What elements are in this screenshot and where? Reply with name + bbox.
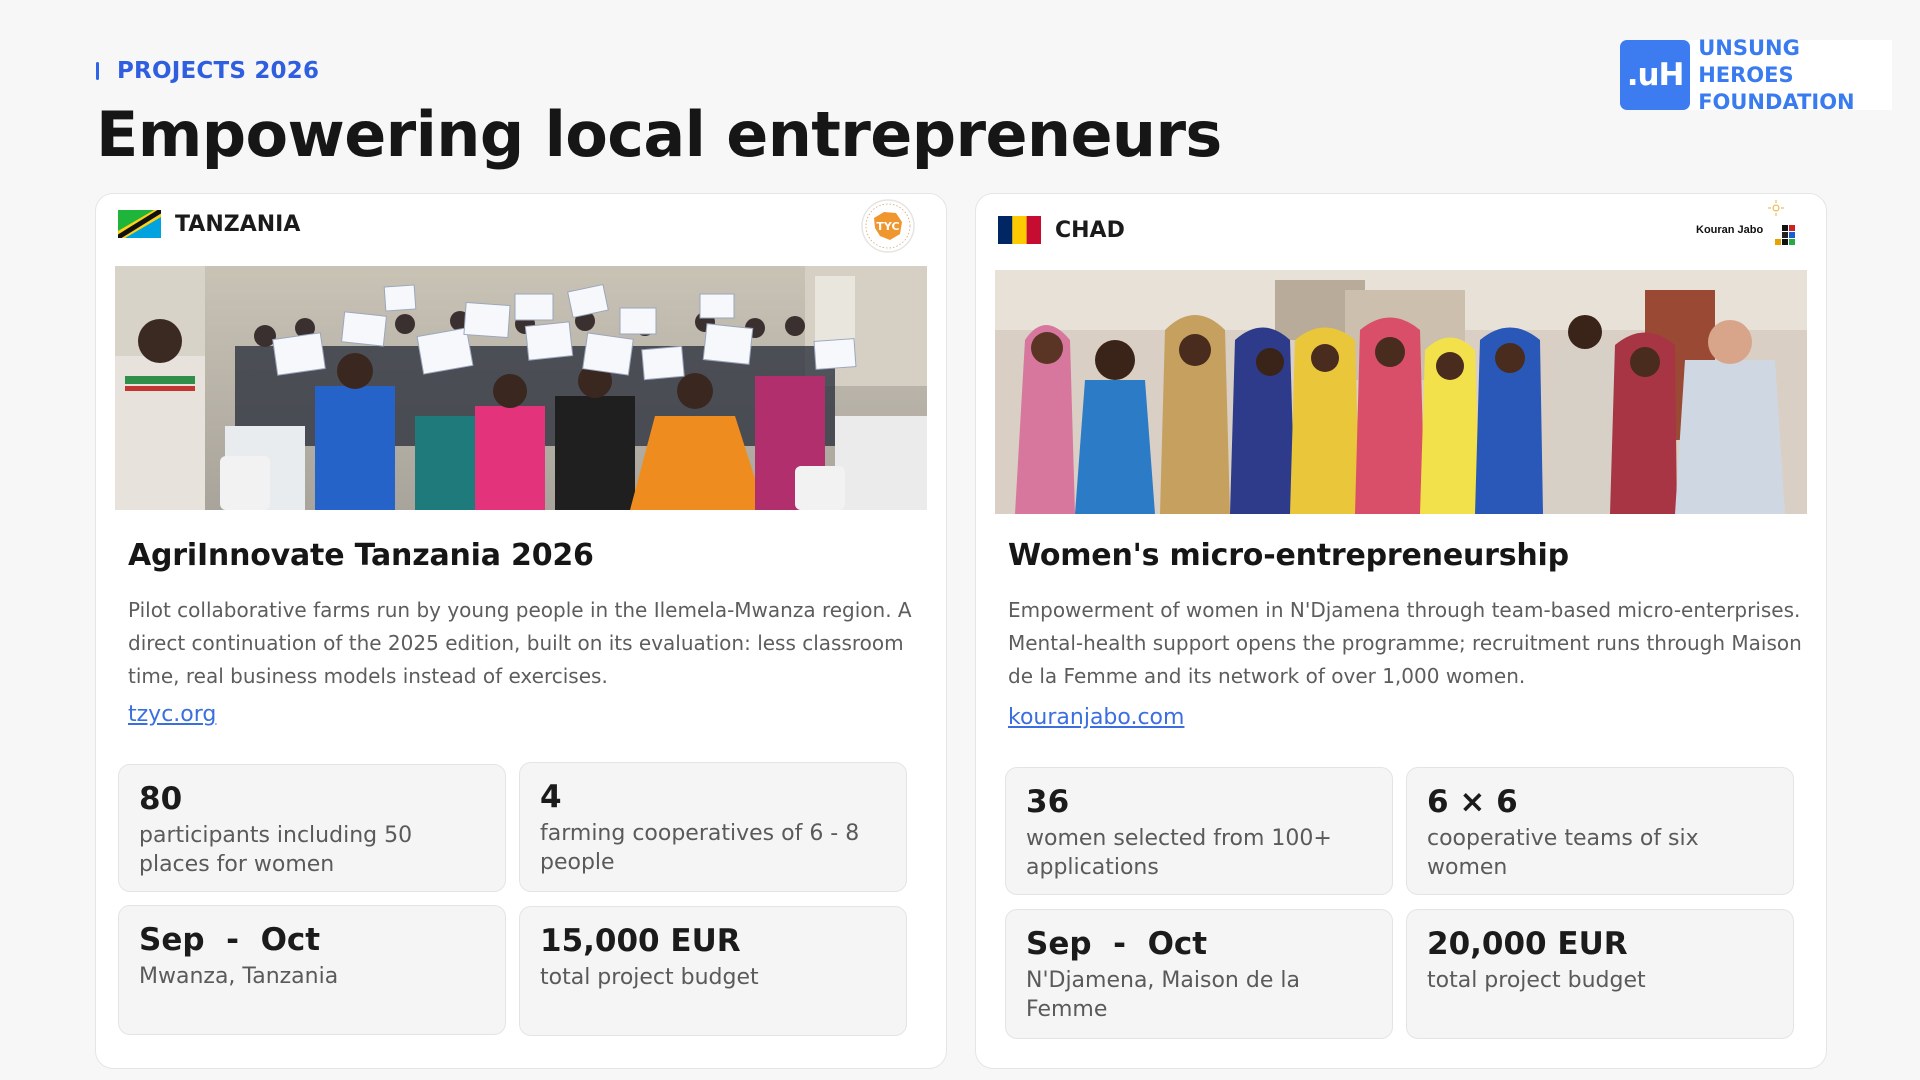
stat-label: total project budget (1427, 968, 1646, 993)
project-card-tanzania: TANZANIA TYC AgriInnovate Tanzania 2026 … (95, 193, 947, 1069)
foundation-logo-mark: .uH (1620, 40, 1691, 110)
stat-value: 15,000 EUR (540, 923, 741, 959)
stat-label: N'Djamena, Maison de la Femme (1026, 968, 1300, 1022)
stat-label: participants including 50 places for wom… (139, 823, 413, 877)
project-photo-chad (995, 270, 1807, 514)
stat-value: 80 (139, 781, 183, 817)
eyebrow-accent-bar (96, 62, 99, 80)
chad-flag-icon (998, 216, 1041, 244)
foundation-name-line2: FOUNDATION (1698, 89, 1855, 114)
stat-label: Mwanza, Tanzania (139, 964, 339, 989)
stat-label: farming cooperatives of 6 - 8 people (540, 821, 860, 875)
project-card-chad: CHAD Kouran Jabo Women's micro-entrepren… (975, 193, 1827, 1069)
page-title: Empowering local entrepreneurs (96, 98, 1222, 171)
stat-teams: 6 × 6 cooperative teams of six women (1406, 767, 1794, 895)
partner-logo-text: TYC (876, 220, 899, 233)
kouran-jabo-partner-logo: Kouran Jabo (1696, 198, 1806, 260)
eyebrow-label: PROJECTS 2026 (117, 58, 320, 84)
stat-value: Sep - Oct (139, 922, 321, 958)
stat-cooperatives: 4 farming cooperatives of 6 - 8 people (519, 762, 907, 892)
stat-label: total project budget (540, 965, 759, 990)
project-description: Empowerment of women in N'Djamena throug… (1008, 598, 1802, 688)
stat-budget: 20,000 EUR total project budget (1406, 909, 1794, 1039)
stat-timeframe: Sep - Oct N'Djamena, Maison de la Femme (1005, 909, 1393, 1039)
stat-value: Sep - Oct (1026, 926, 1208, 962)
foundation-name: UNSUNG HEROES FOUNDATION (1698, 35, 1892, 116)
project-title: Women's micro-entrepreneurship (1008, 538, 1569, 573)
stat-timeframe: Sep - Oct Mwanza, Tanzania (118, 905, 506, 1035)
stat-budget: 15,000 EUR total project budget (519, 906, 907, 1036)
project-photo-tanzania (115, 266, 927, 510)
tyc-partner-logo: TYC (861, 199, 915, 253)
stat-value: 36 (1026, 784, 1070, 820)
project-website-link[interactable]: kouranjabo.com (1008, 705, 1184, 730)
stat-participants: 80 participants including 50 places for … (118, 764, 506, 892)
project-description: Pilot collaborative farms run by young p… (128, 598, 912, 688)
country-header: TANZANIA (118, 210, 300, 238)
foundation-logo: .uH UNSUNG HEROES FOUNDATION (1620, 36, 1892, 114)
country-header: CHAD (998, 216, 1125, 244)
stat-participants: 36 women selected from 100+ applications (1005, 767, 1393, 895)
stat-label: cooperative teams of six women (1427, 826, 1699, 880)
project-title: AgriInnovate Tanzania 2026 (128, 538, 594, 573)
country-name: CHAD (1055, 217, 1125, 243)
country-name: TANZANIA (175, 211, 301, 237)
stat-value: 20,000 EUR (1427, 926, 1628, 962)
partner-logo-text: Kouran Jabo (1696, 224, 1764, 236)
project-website-link[interactable]: tzyc.org (128, 702, 216, 727)
foundation-name-line1: UNSUNG HEROES (1698, 35, 1800, 87)
tanzania-flag-stripe (118, 210, 161, 238)
stat-label: women selected from 100+ applications (1026, 826, 1332, 880)
stat-value: 6 × 6 (1427, 784, 1518, 820)
section-eyebrow: PROJECTS 2026 (96, 58, 319, 84)
stat-value: 4 (540, 779, 562, 815)
